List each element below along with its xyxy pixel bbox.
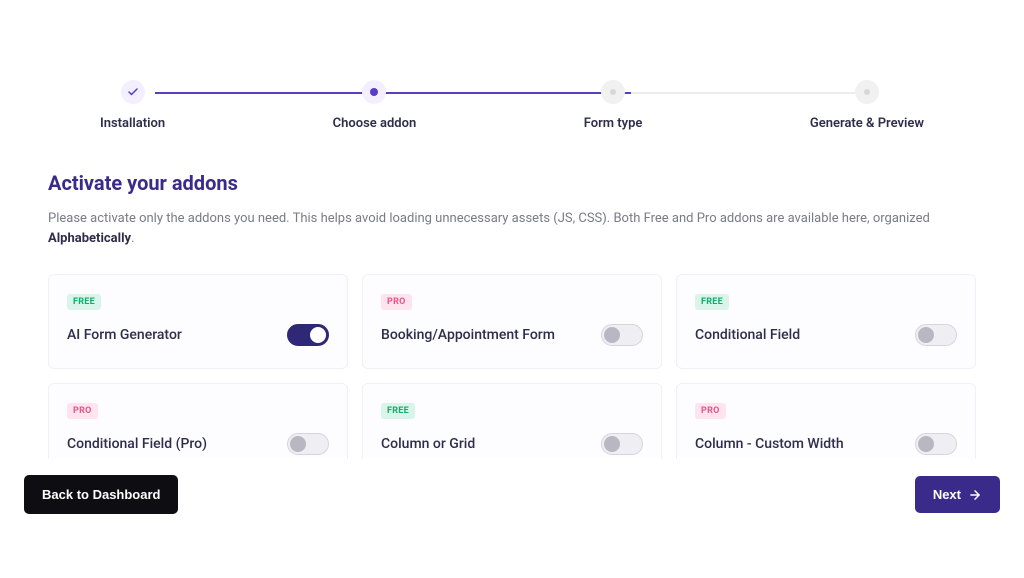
step-label: Generate & Preview bbox=[810, 116, 924, 131]
step-label: Choose addon bbox=[333, 116, 417, 131]
subtitle-text: Please activate only the addons you need… bbox=[48, 211, 930, 226]
step-generate-preview[interactable]: Generate & Preview bbox=[810, 80, 924, 131]
badge-free: FREE bbox=[67, 294, 101, 310]
step-label: Installation bbox=[100, 116, 165, 131]
addon-title: Booking/Appointment Form bbox=[381, 327, 555, 343]
addon-title: Conditional Field bbox=[695, 327, 800, 343]
step-label: Form type bbox=[584, 116, 643, 131]
addon-title: Column - Custom Width bbox=[695, 436, 844, 452]
step-form-type[interactable]: Form type bbox=[584, 80, 643, 131]
stepper: Installation Choose addon Form type Gene… bbox=[0, 0, 1024, 131]
toggle-switch[interactable] bbox=[601, 433, 643, 455]
subtitle-text: . bbox=[131, 231, 134, 246]
next-button[interactable]: Next bbox=[915, 476, 1000, 513]
step-installation[interactable]: Installation bbox=[100, 80, 165, 131]
arrow-right-icon bbox=[968, 488, 982, 502]
toggle-switch[interactable] bbox=[915, 433, 957, 455]
toggle-switch[interactable] bbox=[287, 433, 329, 455]
footer-bar: Back to Dashboard Next bbox=[0, 459, 1024, 538]
next-label: Next bbox=[933, 487, 961, 502]
back-to-dashboard-button[interactable]: Back to Dashboard bbox=[24, 475, 178, 514]
addon-card: PRO Booking/Appointment Form bbox=[362, 274, 662, 369]
toggle-switch[interactable] bbox=[287, 324, 329, 346]
badge-free: FREE bbox=[381, 403, 415, 419]
dot-icon bbox=[855, 80, 879, 104]
page-title: Activate your addons bbox=[48, 171, 976, 195]
addon-title: AI Form Generator bbox=[67, 327, 182, 343]
addon-card: FREE Conditional Field bbox=[676, 274, 976, 369]
dot-icon bbox=[362, 80, 386, 104]
stepper-track bbox=[155, 92, 869, 94]
toggle-switch[interactable] bbox=[601, 324, 643, 346]
addon-title: Conditional Field (Pro) bbox=[67, 436, 207, 452]
addon-title: Column or Grid bbox=[381, 436, 475, 452]
badge-free: FREE bbox=[695, 294, 729, 310]
badge-pro: PRO bbox=[695, 403, 726, 419]
badge-pro: PRO bbox=[381, 294, 412, 310]
page-subtitle: Please activate only the addons you need… bbox=[48, 209, 976, 248]
badge-pro: PRO bbox=[67, 403, 98, 419]
dot-icon bbox=[601, 80, 625, 104]
toggle-switch[interactable] bbox=[915, 324, 957, 346]
subtitle-bold: Alphabetically bbox=[48, 231, 131, 246]
step-choose-addon[interactable]: Choose addon bbox=[333, 80, 417, 131]
check-icon bbox=[121, 80, 145, 104]
addon-grid: FREE AI Form Generator PRO Booking/Appoi… bbox=[48, 274, 976, 478]
addon-card: FREE AI Form Generator bbox=[48, 274, 348, 369]
